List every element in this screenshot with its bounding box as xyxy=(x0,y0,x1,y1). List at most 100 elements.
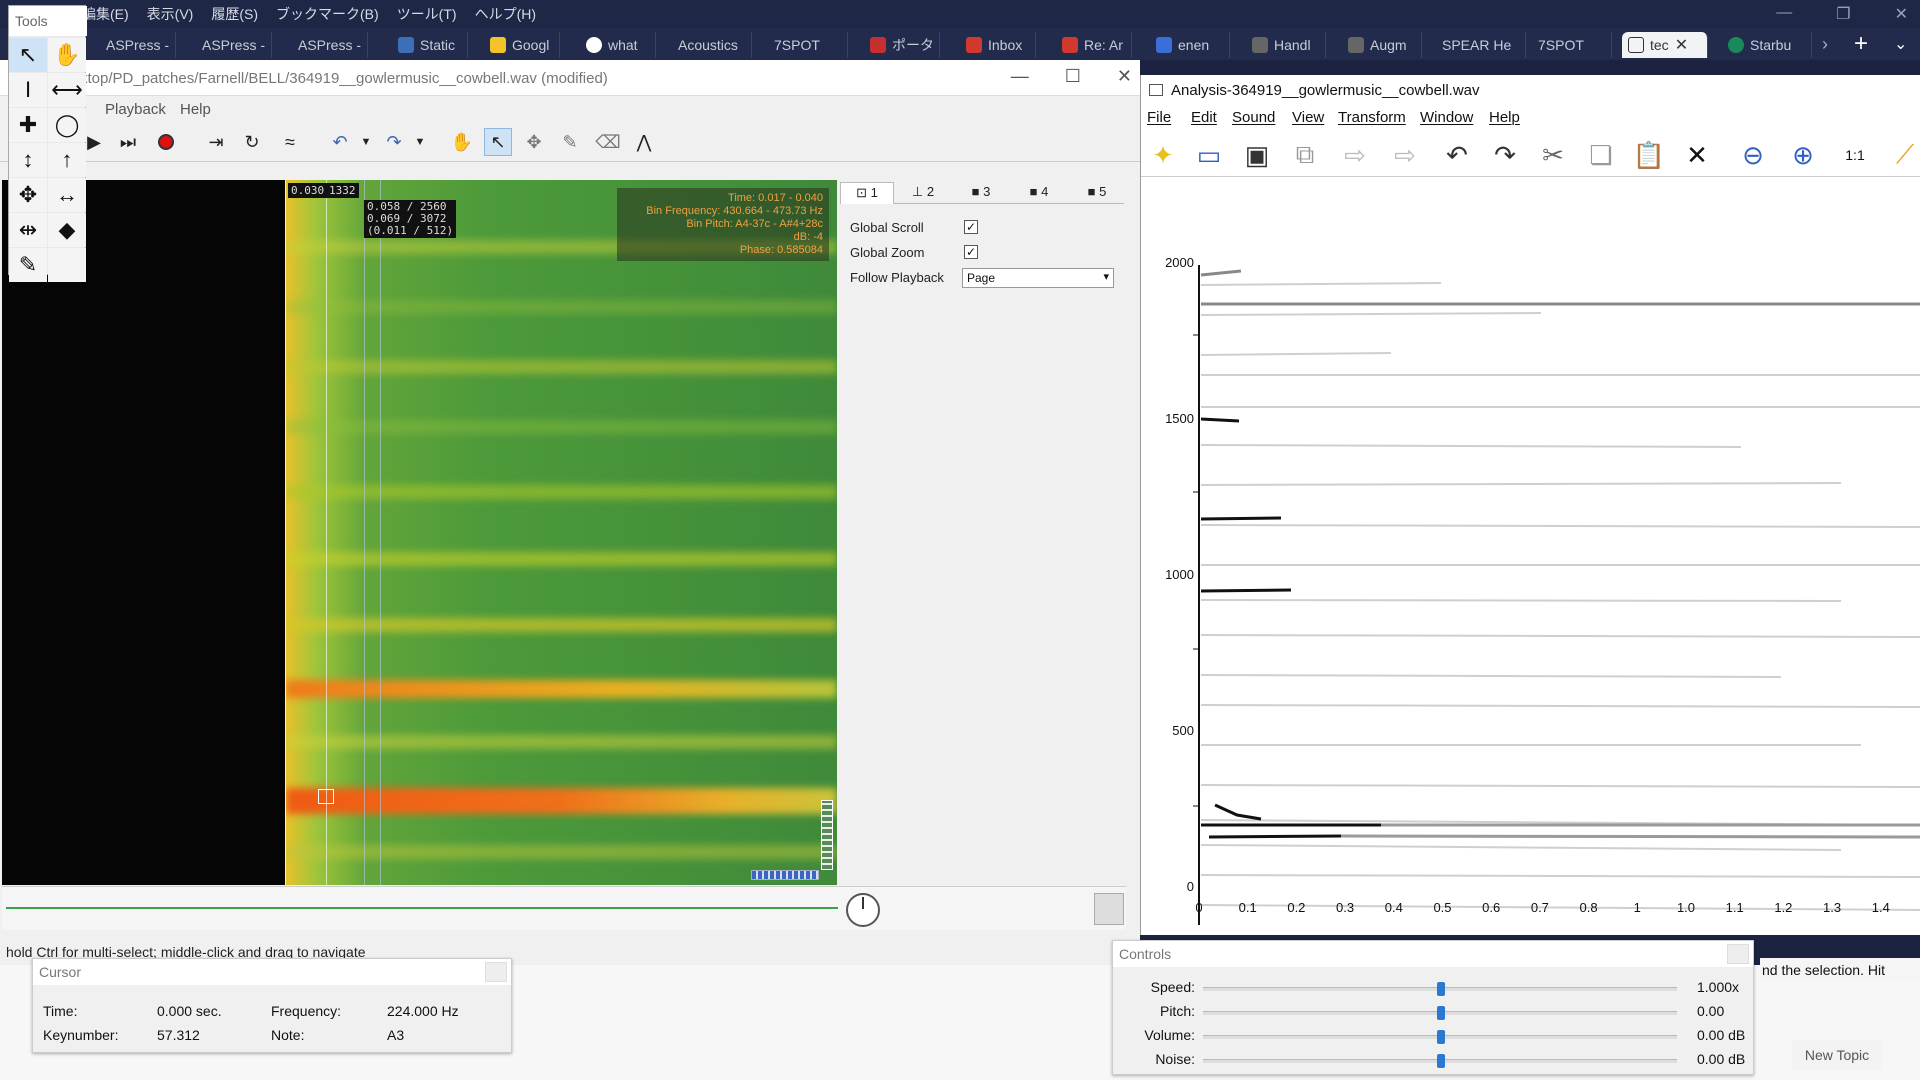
vertical-zoom-meter[interactable] xyxy=(821,800,833,870)
spear-menu-view[interactable]: View xyxy=(1292,109,1324,126)
browser-tab[interactable]: ASPress - xyxy=(292,32,368,58)
open-icon[interactable]: ▭ xyxy=(1189,137,1229,173)
slider-thumb[interactable] xyxy=(1437,1006,1445,1020)
slider-thumb[interactable] xyxy=(1437,1054,1445,1068)
select-arrow-icon[interactable]: ↖ xyxy=(484,128,512,156)
tab-close-icon[interactable]: ✕ xyxy=(1675,35,1688,55)
browser-tab[interactable]: Re: Ar xyxy=(1056,32,1132,58)
panel-close-button[interactable] xyxy=(1727,944,1749,964)
new-topic-button[interactable]: New Topic xyxy=(1792,1040,1882,1070)
browser-tab[interactable]: 7SPOT xyxy=(1532,32,1612,58)
add-point-tool-icon[interactable]: ✚ xyxy=(9,108,47,142)
playback-speed-knob[interactable] xyxy=(846,893,880,927)
browser-tab[interactable]: Acoustics xyxy=(672,32,752,58)
spectrogram-pane[interactable]: 0.030 1332 0.058 / 2560 0.069 / 3072 (0.01… xyxy=(286,180,837,885)
slider-thumb[interactable] xyxy=(1437,982,1445,996)
skip-end-icon[interactable]: ⏭ xyxy=(114,128,142,156)
browser-menu-help[interactable]: ヘルプ(H) xyxy=(473,2,538,26)
lasso-tool-icon[interactable]: ◯ xyxy=(48,108,86,142)
global-scroll-checkbox[interactable]: ✓ xyxy=(964,220,978,234)
pitch-slider[interactable] xyxy=(1203,1006,1677,1020)
zoom-1to1-icon[interactable]: 1:1 xyxy=(1835,137,1875,173)
partials-plot[interactable]: 2000 1500 1000 500 xyxy=(1141,185,1920,925)
zoom-in-icon[interactable]: ⊕ xyxy=(1783,137,1823,173)
pitch-shift-tool-icon[interactable]: ◆ xyxy=(48,213,86,247)
cut-scissors-icon[interactable]: ✂ xyxy=(1533,137,1573,173)
browser-tab[interactable]: what xyxy=(580,32,656,58)
save-as-icon[interactable]: ⧉ xyxy=(1285,137,1325,173)
browser-tab[interactable]: ASPress - xyxy=(100,32,176,58)
move-tool-icon[interactable]: ✥ xyxy=(9,178,47,212)
spear-menu-window[interactable]: Window xyxy=(1420,109,1473,126)
noise-slider[interactable] xyxy=(1203,1054,1677,1068)
play-selection-icon[interactable]: ⇥ xyxy=(202,128,230,156)
copy-icon[interactable]: ❏ xyxy=(1581,137,1621,173)
follow-playback-select[interactable]: Page ▾ xyxy=(962,268,1114,288)
browser-tab[interactable]: enen xyxy=(1150,32,1230,58)
tab-layer-5[interactable]: ■ 5 xyxy=(1070,182,1124,204)
browser-menu-edit[interactable]: 編集(E) xyxy=(80,2,131,26)
slider-thumb[interactable] xyxy=(1437,1030,1445,1044)
global-zoom-checkbox[interactable]: ✓ xyxy=(964,245,978,259)
move-icon[interactable]: ✥ xyxy=(520,128,548,156)
text-cursor-tool-icon[interactable]: Ι xyxy=(9,73,47,107)
browser-tab[interactable]: 7SPOT xyxy=(768,32,848,58)
sv-menu-playback[interactable]: Playback xyxy=(105,101,166,118)
tab-scroll-right-icon[interactable]: › xyxy=(1822,34,1828,55)
volume-slider[interactable] xyxy=(1203,1030,1677,1044)
navigate-hand-icon[interactable]: ✋ xyxy=(448,128,476,156)
hand-tool-icon[interactable]: ✋ xyxy=(48,38,86,72)
pencil-tool-icon[interactable]: ✎ xyxy=(9,248,47,282)
tab-layer-1[interactable]: ⊡ 1 xyxy=(840,182,894,204)
browser-tab-active[interactable]: tec ✕ xyxy=(1622,32,1708,58)
tab-layer-2[interactable]: ⊥ 2 xyxy=(896,182,950,204)
up-arrow-tool-icon[interactable]: ↑ xyxy=(48,143,86,177)
overview-waveform[interactable] xyxy=(6,907,838,909)
browser-close-button[interactable]: ✕ xyxy=(1895,4,1908,24)
browser-tab[interactable]: Augm xyxy=(1342,32,1422,58)
browser-tab[interactable]: Googl xyxy=(484,32,560,58)
undo-icon[interactable]: ↶ xyxy=(1437,137,1477,173)
horizontal-zoom-meter[interactable] xyxy=(751,870,819,880)
save-icon[interactable]: ▣ xyxy=(1237,137,1277,173)
sv-close-button[interactable]: ✕ xyxy=(1117,66,1132,87)
tab-list-chevron-icon[interactable]: ⌄ xyxy=(1894,34,1907,54)
erase-icon[interactable]: ⌫ xyxy=(594,128,622,156)
tab-layer-4[interactable]: ■ 4 xyxy=(1012,182,1066,204)
loop-icon[interactable]: ↻ xyxy=(238,128,266,156)
solo-icon[interactable]: ≈ xyxy=(276,128,304,156)
browser-menu-tools[interactable]: ツール(T) xyxy=(395,2,459,26)
undo-menu-chevron-icon[interactable]: ▼ xyxy=(352,128,380,156)
browser-tab[interactable]: Inbox xyxy=(960,32,1036,58)
level-meter-button[interactable] xyxy=(1094,893,1124,925)
browser-restore-button[interactable]: ❐ xyxy=(1836,4,1850,24)
arrow-tool-icon[interactable]: ↖ xyxy=(9,38,47,72)
browser-tab[interactable]: ASPress - xyxy=(196,32,272,58)
redo-menu-chevron-icon[interactable]: ▼ xyxy=(406,128,434,156)
waveform-empty-area[interactable] xyxy=(2,180,285,885)
horizontal-move-tool-icon[interactable]: ↔ xyxy=(48,178,86,212)
spear-menu-sound[interactable]: Sound xyxy=(1232,109,1275,126)
browser-tab[interactable]: Starbu xyxy=(1722,32,1812,58)
vertical-select-tool-icon[interactable]: ↕ xyxy=(9,143,47,177)
record-button[interactable] xyxy=(152,128,180,156)
panel-close-button[interactable] xyxy=(485,962,507,982)
time-select-tool-icon[interactable]: ⟷ xyxy=(48,73,86,107)
sv-minimize-button[interactable]: — xyxy=(1011,66,1029,87)
new-tab-button[interactable]: + xyxy=(1854,30,1868,58)
measure-icon[interactable]: ⋀ xyxy=(630,128,658,156)
browser-tab[interactable]: SPEAR He xyxy=(1436,32,1526,58)
browser-menu-view[interactable]: 表示(V) xyxy=(145,2,196,26)
paste-icon[interactable]: 📋 xyxy=(1629,137,1669,173)
spear-menu-help[interactable]: Help xyxy=(1489,109,1520,126)
browser-menu-history[interactable]: 履歴(S) xyxy=(209,2,260,26)
redo-icon[interactable]: ↷ xyxy=(1485,137,1525,173)
import-icon[interactable]: ⇨ xyxy=(1385,137,1425,173)
browser-tab[interactable]: ポータ xyxy=(864,32,940,58)
spear-menu-transform[interactable]: Transform xyxy=(1338,109,1406,126)
export-icon[interactable]: ⇨ xyxy=(1335,137,1375,173)
sv-maximize-button[interactable]: ☐ xyxy=(1065,66,1081,87)
speed-slider[interactable] xyxy=(1203,982,1677,996)
spear-menu-edit[interactable]: Edit xyxy=(1191,109,1217,126)
delete-x-icon[interactable]: ✕ xyxy=(1677,137,1717,173)
